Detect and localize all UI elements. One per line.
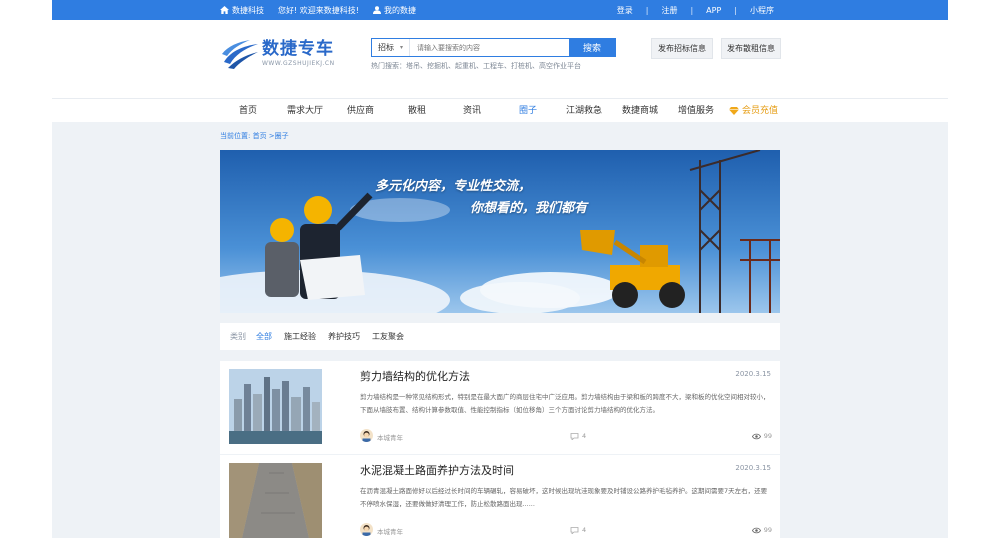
category-label: 类别 xyxy=(230,332,246,341)
nav-value-added[interactable]: 增值服务 xyxy=(678,99,714,123)
search-input[interactable] xyxy=(410,39,569,56)
search-type-select[interactable]: 招标 ▾ xyxy=(372,39,410,56)
article-meta: 本城青年 4 99 xyxy=(360,429,772,443)
nav-vip-recharge[interactable]: 会员充值 xyxy=(729,99,778,123)
article-item[interactable]: 水泥混凝土路面养护方法及时间 2020.3.15 在沥青混凝土路面修好以后经过长… xyxy=(220,455,780,538)
nav-mall[interactable]: 数捷商城 xyxy=(622,99,658,123)
banner-slogan-2: 你想看的，我们都有 xyxy=(470,201,588,216)
article-summary: 在沥青混凝土路面修好以后经过长时间的车辆碾轧，容易破坏，这时候出现坑洼现象要及时… xyxy=(360,487,768,508)
divider: | xyxy=(645,5,649,15)
brand-label: 数捷科技 xyxy=(232,5,264,15)
logo-subtitle: WWW.GZSHUJIEKJ.CN xyxy=(262,60,335,67)
eye-icon xyxy=(751,527,761,533)
article-date: 2020.3.15 xyxy=(735,370,771,378)
view-count: 99 xyxy=(751,432,772,440)
article-thumbnail[interactable] xyxy=(229,463,322,538)
top-bar: 数捷科技 您好! 欢迎来数捷科技! 我的数捷 登录 | 注册 | APP | 小… xyxy=(52,0,948,20)
view-count-value: 99 xyxy=(763,526,772,534)
avatar[interactable] xyxy=(360,429,373,442)
nav-emergency[interactable]: 江湖救急 xyxy=(566,99,602,123)
home-icon xyxy=(220,6,229,14)
view-count-value: 99 xyxy=(763,432,772,440)
article-item[interactable]: 剪力墙结构的优化方法 2020.3.15 剪力墙结构是一种常见结构形式，特别是在… xyxy=(220,361,780,454)
login-link[interactable]: 登录 xyxy=(617,5,633,16)
nav-news[interactable]: 资讯 xyxy=(463,99,481,123)
main-nav: 首页 需求大厅 供应商 散租 资讯 圈子 江湖救急 数捷商城 增值服务 会员充值 xyxy=(52,98,948,122)
my-account-link[interactable]: 我的数捷 xyxy=(372,5,416,16)
search-button[interactable]: 搜索 xyxy=(569,39,615,56)
search-type-value: 招标 xyxy=(377,43,394,52)
author-name[interactable]: 本城青年 xyxy=(377,526,403,536)
brand-link[interactable]: 数捷科技 xyxy=(220,5,264,16)
article-meta: 本城青年 4 99 xyxy=(360,523,772,537)
concrete-road-image xyxy=(229,463,322,538)
mini-program-link[interactable]: 小程序 xyxy=(750,5,774,16)
category-gatherings[interactable]: 工友聚会 xyxy=(372,331,404,342)
app-link[interactable]: APP xyxy=(706,6,721,15)
category-all[interactable]: 全部 xyxy=(256,331,272,342)
register-link[interactable]: 注册 xyxy=(661,5,677,16)
chevron-down-icon: ▾ xyxy=(399,44,403,51)
nav-home[interactable]: 首页 xyxy=(239,99,257,123)
comment-icon xyxy=(570,526,579,534)
hot-searches: 热门搜索：塔吊、挖掘机、起重机、工程车、打桩机、高空作业平台 xyxy=(371,62,581,70)
nav-demand-hall[interactable]: 需求大厅 xyxy=(287,99,323,123)
my-account-label: 我的数捷 xyxy=(383,5,416,15)
banner[interactable]: 多元化内容，专业性交流， 你想看的，我们都有 xyxy=(220,150,780,313)
comment-icon xyxy=(570,432,579,440)
breadcrumb: 当前位置: 首页 >圈子 xyxy=(220,132,289,140)
article-date: 2020.3.15 xyxy=(735,464,771,472)
divider: | xyxy=(690,5,694,15)
publish-rent-button[interactable]: 发布散租信息 xyxy=(721,38,781,59)
avatar[interactable] xyxy=(360,523,373,536)
logo-title: 数捷专车 xyxy=(262,39,334,59)
article-list: 剪力墙结构的优化方法 2020.3.15 剪力墙结构是一种常见结构形式，特别是在… xyxy=(220,361,780,538)
user-icon xyxy=(372,6,381,14)
comment-count: 4 xyxy=(570,526,586,534)
banner-slogan-1: 多元化内容，专业性交流， xyxy=(375,179,532,194)
comment-count-value: 4 xyxy=(582,526,587,534)
category-maintenance[interactable]: 养护技巧 xyxy=(328,331,360,342)
page: 数捷科技 您好! 欢迎来数捷科技! 我的数捷 登录 | 注册 | APP | 小… xyxy=(52,0,948,538)
vip-label: 会员充值 xyxy=(742,106,779,116)
article-title[interactable]: 剪力墙结构的优化方法 xyxy=(360,368,470,384)
city-skyline-image xyxy=(229,369,322,444)
eye-icon xyxy=(751,433,761,439)
article-title[interactable]: 水泥混凝土路面养护方法及时间 xyxy=(360,462,514,478)
logo[interactable]: 数捷专车 WWW.GZSHUJIEKJ.CN xyxy=(220,36,335,70)
nav-suppliers[interactable]: 供应商 xyxy=(347,99,374,123)
comment-count-value: 4 xyxy=(582,432,587,440)
comment-count: 4 xyxy=(570,432,586,440)
view-count: 99 xyxy=(751,526,772,534)
search-bar: 招标 ▾ 搜索 xyxy=(371,38,616,57)
article-summary: 剪力墙结构是一种常见结构形式，特别是在最大面广的商层住宅中广泛应用。剪力墙结构由… xyxy=(360,393,770,414)
nav-circle[interactable]: 圈子 xyxy=(519,99,537,123)
author-name[interactable]: 本城青年 xyxy=(377,432,403,442)
welcome-text: 您好! 欢迎来数捷科技! xyxy=(278,5,359,15)
nav-retail-rent[interactable]: 散租 xyxy=(408,99,426,123)
logo-mark xyxy=(222,40,258,69)
diamond-icon xyxy=(729,107,739,115)
publish-bid-button[interactable]: 发布招标信息 xyxy=(651,38,713,59)
header: 数捷专车 WWW.GZSHUJIEKJ.CN 招标 ▾ 搜索 热门搜索：塔吊、挖… xyxy=(52,20,948,98)
category-filter: 类别 全部 施工经验 养护技巧 工友聚会 xyxy=(220,323,780,350)
divider: | xyxy=(734,5,737,15)
article-thumbnail[interactable] xyxy=(229,369,322,444)
category-construction[interactable]: 施工经验 xyxy=(284,331,316,342)
